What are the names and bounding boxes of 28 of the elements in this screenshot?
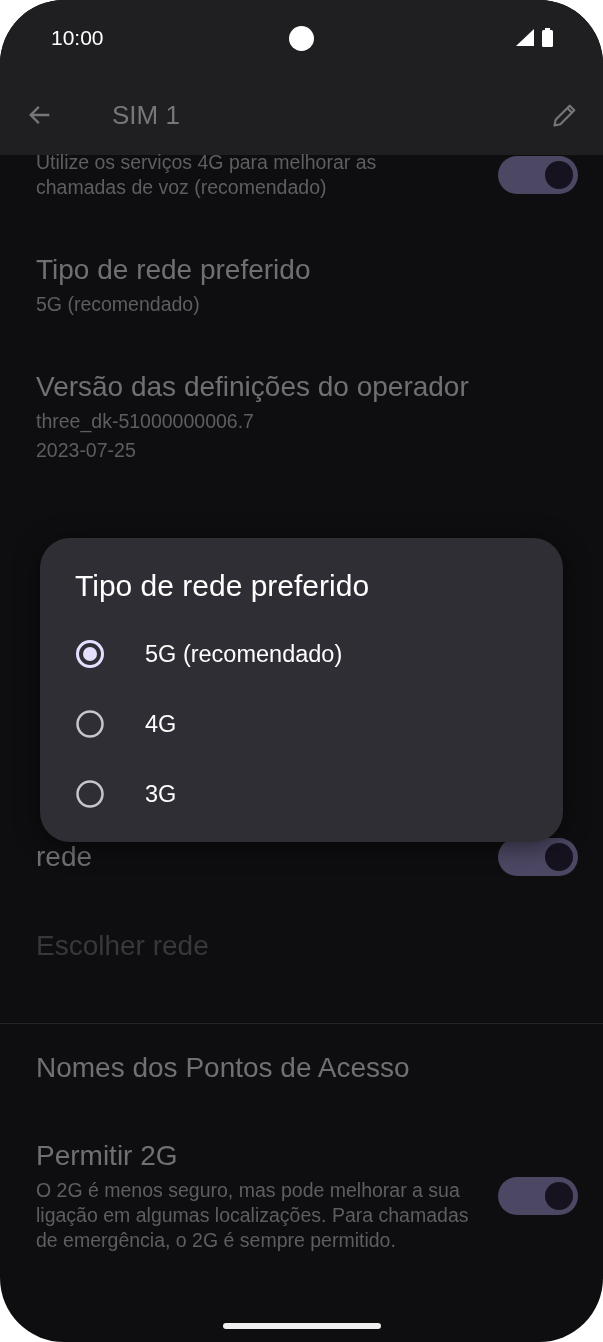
camera-hole bbox=[289, 26, 314, 51]
setting-summary: 2023-07-25 bbox=[36, 438, 137, 463]
option-label: 4G bbox=[145, 710, 177, 738]
setting-summary: O 2G é menos seguro, mas pode melhorar a sua ligação em algumas localizações. Para chamadas de emergência, o 2G é sempre permitido. bbox=[36, 1178, 470, 1253]
setting-summary: three_dk-51000000006.7 bbox=[36, 409, 255, 434]
radio-option[interactable]: 5G (recomendado) bbox=[40, 619, 563, 689]
status-time: 10:00 bbox=[51, 25, 104, 50]
toggle-switch[interactable] bbox=[498, 156, 578, 194]
radio-button[interactable] bbox=[75, 639, 105, 669]
radio-option[interactable]: 3G bbox=[40, 759, 563, 829]
setting-summary: Utilize os serviços 4G para melhorar as chamadas de voz (recomendado) bbox=[36, 150, 378, 200]
setting-title: Tipo de rede preferido bbox=[36, 253, 312, 287]
option-label: 3G bbox=[145, 780, 177, 808]
setting-title: rede bbox=[36, 840, 94, 874]
toggle-switch[interactable] bbox=[498, 838, 578, 876]
setting-title: Nomes dos Pontos de Acesso bbox=[36, 1051, 411, 1085]
battery-icon bbox=[542, 28, 553, 47]
toggle-switch[interactable] bbox=[498, 1176, 578, 1215]
radio-option[interactable]: 4G bbox=[40, 689, 563, 759]
signal-icon bbox=[516, 29, 534, 46]
setting-title: Versão das definições do operador bbox=[36, 370, 470, 404]
dialog-title: Tipo de rede preferido bbox=[74, 568, 371, 604]
radio-button[interactable] bbox=[75, 709, 105, 739]
radio-button[interactable] bbox=[75, 779, 105, 809]
option-label: 5G (recomendado) bbox=[145, 640, 343, 668]
app-bar-title: SIM 1 bbox=[112, 99, 180, 131]
setting-summary: 5G (recomendado) bbox=[36, 292, 201, 317]
setting-title: Permitir 2G bbox=[36, 1139, 179, 1173]
